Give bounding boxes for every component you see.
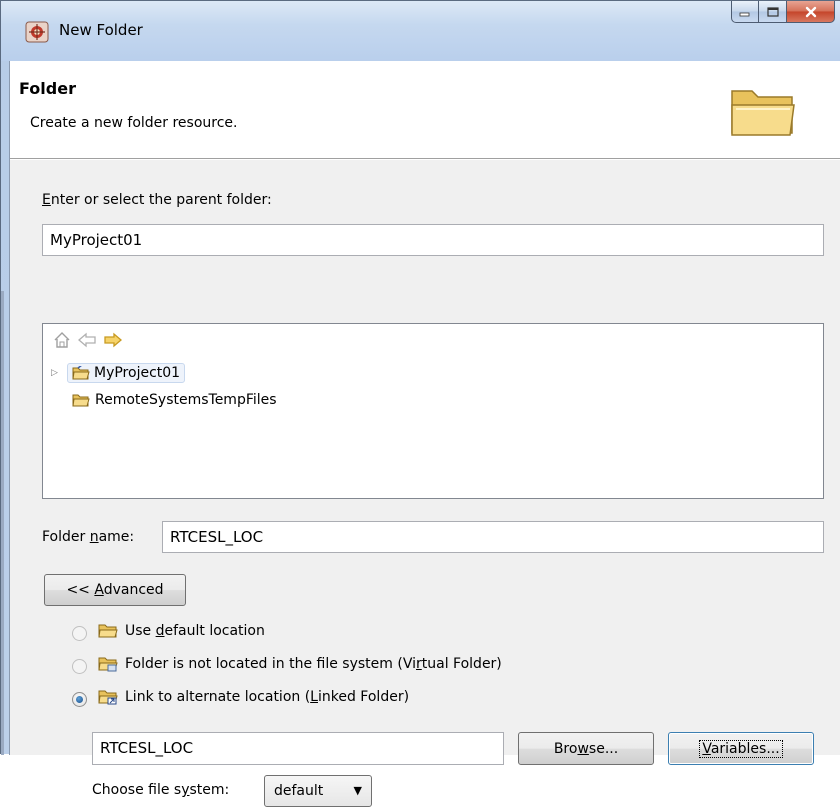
folder-name-label: Folder name: bbox=[42, 529, 135, 545]
advanced-button[interactable]: << Advanced bbox=[44, 574, 186, 606]
project-folder-icon bbox=[72, 365, 90, 379]
virtual-folder-label: Folder is not located in the file system… bbox=[125, 656, 502, 672]
browse-button[interactable]: Browse... bbox=[518, 732, 654, 765]
close-button[interactable] bbox=[787, 1, 835, 23]
tree-item[interactable]: RemoteSystemsTempFiles bbox=[72, 392, 277, 408]
default-location-radio[interactable] bbox=[72, 626, 87, 641]
file-system-label: Choose file system: bbox=[92, 782, 230, 798]
virtual-folder-radio[interactable] bbox=[72, 659, 87, 674]
banner-title: Folder bbox=[19, 79, 76, 98]
title-bar[interactable]: New Folder bbox=[1, 1, 840, 61]
folder-name-input[interactable]: RTCESL_LOC bbox=[162, 521, 824, 553]
linked-folder-icon bbox=[98, 690, 118, 705]
linked-folder-option[interactable]: Link to alternate location (Linked Folde… bbox=[98, 689, 409, 705]
app-icon bbox=[25, 21, 49, 43]
file-system-value: default bbox=[274, 783, 324, 799]
close-icon bbox=[805, 6, 816, 17]
tree-toolbar bbox=[53, 331, 123, 349]
minimize-button[interactable] bbox=[731, 1, 759, 23]
parent-folder-input[interactable]: MyProject01 bbox=[42, 224, 824, 256]
window-controls bbox=[731, 1, 835, 25]
tree-item-label: RemoteSystemsTempFiles bbox=[95, 392, 277, 408]
parent-folder-label: Enter or select the parent folder: bbox=[42, 192, 272, 208]
folder-wizard-icon bbox=[731, 90, 795, 136]
dialog-body: Enter or select the parent folder: MyPro… bbox=[10, 160, 840, 807]
home-icon[interactable] bbox=[53, 331, 71, 349]
chevron-down-icon: ▼ bbox=[353, 784, 362, 797]
variables-button-label: Variables... bbox=[699, 739, 783, 758]
variables-button[interactable]: Variables... bbox=[668, 732, 814, 765]
window-frame: New Folder Folder Create a new folder re… bbox=[0, 0, 840, 807]
parent-folder-value: MyProject01 bbox=[50, 231, 143, 249]
tree-item-label: MyProject01 bbox=[94, 365, 181, 381]
maximize-icon bbox=[766, 6, 779, 17]
virtual-folder-icon bbox=[98, 657, 118, 672]
linked-folder-radio[interactable] bbox=[72, 692, 87, 707]
default-location-option[interactable]: Use default location bbox=[98, 623, 265, 639]
forward-arrow-icon[interactable] bbox=[103, 331, 123, 349]
tree-item-selected[interactable]: MyProject01 bbox=[67, 363, 186, 383]
default-location-label: Use default location bbox=[125, 623, 265, 639]
virtual-folder-option[interactable]: Folder is not located in the file system… bbox=[98, 656, 502, 672]
advanced-button-label: << Advanced bbox=[66, 582, 164, 598]
browse-button-label: Browse... bbox=[553, 740, 619, 757]
dialog-client: Folder Create a new folder resource. Ent… bbox=[9, 61, 840, 807]
minimize-icon bbox=[739, 12, 750, 16]
parent-folder-tree[interactable]: ▷ MyProject01 RemoteSystemsTempFiles bbox=[42, 323, 824, 499]
folder-name-value: RTCESL_LOC bbox=[170, 528, 264, 546]
folder-icon bbox=[72, 394, 90, 406]
window-left-edge bbox=[1, 291, 4, 755]
banner-description: Create a new folder resource. bbox=[30, 115, 238, 131]
tree-item[interactable]: ▷ MyProject01 bbox=[51, 363, 186, 383]
window-title: New Folder bbox=[59, 21, 143, 39]
back-arrow-icon[interactable] bbox=[77, 331, 97, 349]
expand-arrow-icon[interactable]: ▷ bbox=[51, 368, 67, 378]
link-location-value: RTCESL_LOC bbox=[100, 739, 194, 757]
wizard-banner: Folder Create a new folder resource. bbox=[10, 61, 840, 159]
linked-folder-label: Link to alternate location (Linked Folde… bbox=[125, 689, 410, 705]
maximize-button[interactable] bbox=[759, 1, 787, 23]
link-location-input[interactable]: RTCESL_LOC bbox=[92, 732, 504, 765]
folder-icon bbox=[98, 624, 118, 638]
file-system-select[interactable]: default ▼ bbox=[264, 775, 372, 807]
